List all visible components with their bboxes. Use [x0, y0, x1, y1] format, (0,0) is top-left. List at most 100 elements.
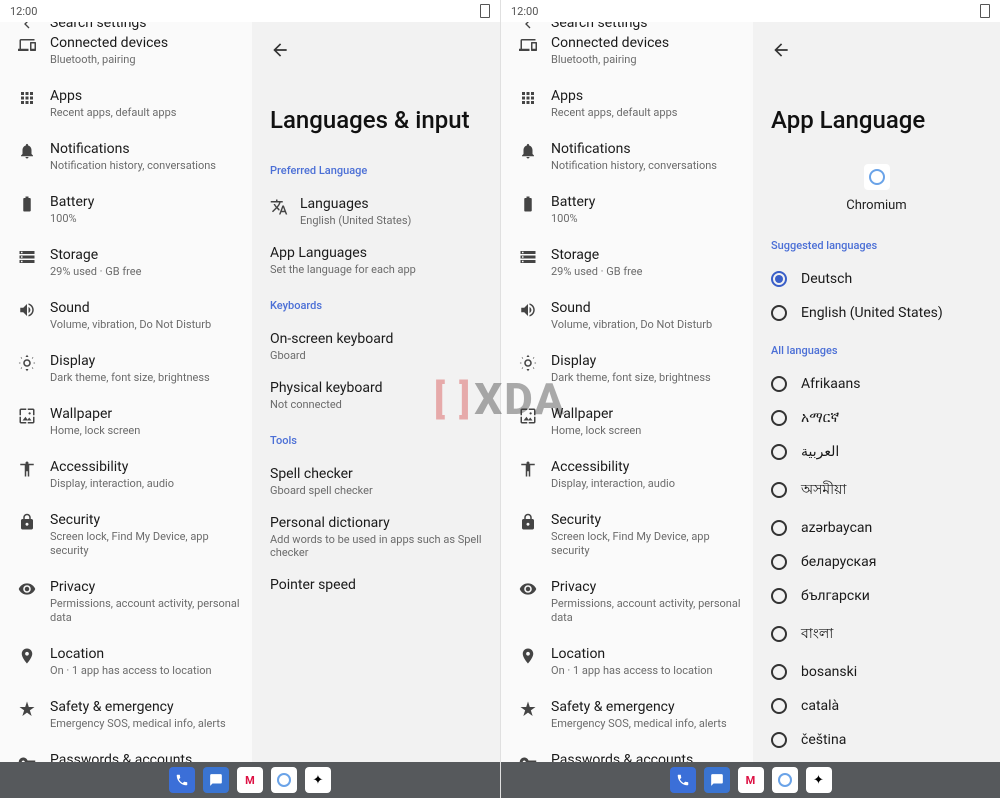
sidebar-item-location[interactable]: LocationOn · 1 app has access to locatio… [0, 635, 252, 688]
language-option[interactable]: English (United States) [771, 296, 982, 330]
language-option[interactable]: Afrikaans [771, 367, 982, 401]
sidebar-item-location[interactable]: LocationOn · 1 app has access to locatio… [501, 635, 753, 688]
photos-app-icon[interactable]: ✦ [806, 767, 832, 793]
sidebar-item-notifications[interactable]: NotificationsNotification history, conve… [501, 130, 753, 183]
pin-icon [12, 645, 42, 665]
arrow-left-icon [270, 40, 290, 60]
pin-icon [513, 645, 543, 665]
sidebar-item-storage[interactable]: Storage29% used · GB free [0, 236, 252, 289]
radio-icon [771, 664, 787, 680]
setting-physical-keyboard[interactable]: Physical keyboardNot connected [270, 371, 482, 420]
sidebar-item-subtitle: Display, interaction, audio [50, 477, 240, 491]
sidebar-item-label: Security [551, 511, 741, 529]
language-option[interactable]: azərbaycan [771, 511, 982, 545]
key-icon [513, 751, 543, 762]
sidebar-item-sound[interactable]: SoundVolume, vibration, Do Not Disturb [501, 289, 753, 342]
messages-app-icon[interactable] [704, 767, 730, 793]
sidebar-item-apps[interactable]: AppsRecent apps, default apps [501, 77, 753, 130]
language-option[interactable]: বাংলা [771, 613, 982, 655]
language-option[interactable]: Deutsch [771, 262, 982, 296]
language-option[interactable]: አማርኛ [771, 401, 982, 435]
sidebar-item-accessibility[interactable]: AccessibilityDisplay, interaction, audio [501, 448, 753, 501]
sidebar-item-security[interactable]: SecurityScreen lock, Find My Device, app… [501, 501, 753, 568]
sidebar-item-connected-devices[interactable]: Connected devicesBluetooth, pairing [501, 34, 753, 77]
setting-pointer-speed[interactable]: Pointer speed [270, 568, 482, 602]
sidebar-item-security[interactable]: SecurityScreen lock, Find My Device, app… [0, 501, 252, 568]
setting-personal-dictionary[interactable]: Personal dictionaryAdd words to be used … [270, 506, 482, 568]
sidebar-item-subtitle: Emergency SOS, medical info, alerts [50, 717, 240, 731]
sidebar-item-subtitle: Permissions, account activity, personal … [551, 597, 741, 625]
photos-app-icon[interactable]: ✦ [305, 767, 331, 793]
wallpaper-icon [12, 405, 42, 425]
back-button[interactable] [270, 22, 482, 60]
settings-sidebar: Search settingsConnected devicesBluetoot… [0, 22, 252, 762]
eye-icon [513, 578, 543, 598]
sidebar-item-battery[interactable]: Battery100% [0, 183, 252, 236]
phone-app-icon[interactable] [169, 767, 195, 793]
sidebar-item-passwords-accounts[interactable]: Passwords & accountsSaved passwords, aut… [0, 741, 252, 762]
language-label: беларуская [787, 554, 876, 570]
sidebar-item-wallpaper[interactable]: WallpaperHome, lock screen [501, 395, 753, 448]
sidebar-item-subtitle: Bluetooth, pairing [551, 53, 741, 67]
sidebar-item-label: Notifications [50, 140, 240, 158]
storage-icon [513, 246, 543, 266]
sidebar-item-battery[interactable]: Battery100% [501, 183, 753, 236]
chrome-app-icon[interactable] [772, 767, 798, 793]
language-option[interactable]: català [771, 689, 982, 723]
sidebar-item-label: Connected devices [551, 34, 741, 52]
sidebar-item-privacy[interactable]: PrivacyPermissions, account activity, pe… [501, 568, 753, 635]
setting-on-screen-keyboard[interactable]: On-screen keyboardGboard [270, 322, 482, 371]
section-all-languages: All languages [771, 344, 982, 357]
sidebar-item-wallpaper[interactable]: WallpaperHome, lock screen [0, 395, 252, 448]
sidebar-item-notifications[interactable]: NotificationsNotification history, conve… [0, 130, 252, 183]
sidebar-item-subtitle: 29% used · GB free [551, 265, 741, 279]
apps-icon [12, 87, 42, 107]
gmail-app-icon[interactable]: M [237, 767, 263, 793]
language-label: অসমীয়া [787, 478, 846, 502]
sidebar-item-accessibility[interactable]: AccessibilityDisplay, interaction, audio [0, 448, 252, 501]
messages-app-icon[interactable] [203, 767, 229, 793]
setting-languages[interactable]: LanguagesEnglish (United States) [270, 187, 482, 236]
language-option[interactable]: български [771, 579, 982, 613]
sidebar-item-label: Connected devices [50, 34, 240, 52]
sidebar-item-label: Battery [551, 193, 741, 211]
sidebar-item-passwords-accounts[interactable]: Passwords & accountsSaved passwords, aut… [501, 741, 753, 762]
sidebar-item-subtitle: Home, lock screen [551, 424, 741, 438]
setting-title: On-screen keyboard [270, 331, 393, 347]
nav-bar: M ✦ [501, 762, 1000, 798]
sidebar-item-label: Passwords & accounts [551, 751, 741, 762]
sidebar-item-safety-emergency[interactable]: Safety & emergencyEmergency SOS, medical… [0, 688, 252, 741]
sidebar-item-privacy[interactable]: PrivacyPermissions, account activity, pe… [0, 568, 252, 635]
sidebar-item-storage[interactable]: Storage29% used · GB free [501, 236, 753, 289]
sidebar-item-label: Display [551, 352, 741, 370]
status-bar: 12:00 [501, 0, 1000, 22]
radio-icon [771, 376, 787, 392]
setting-title: Spell checker [270, 466, 373, 482]
sidebar-item-connected-devices[interactable]: Connected devicesBluetooth, pairing [0, 34, 252, 77]
language-option[interactable]: العربية [771, 435, 982, 469]
sidebar-item-safety-emergency[interactable]: Safety & emergencyEmergency SOS, medical… [501, 688, 753, 741]
chrome-app-icon[interactable] [271, 767, 297, 793]
sidebar-item-label: Location [551, 645, 741, 663]
sidebar-item-display[interactable]: DisplayDark theme, font size, brightness [501, 342, 753, 395]
setting-app-languages[interactable]: App LanguagesSet the language for each a… [270, 236, 482, 285]
back-button[interactable] [771, 22, 982, 60]
language-option[interactable]: অসমীয়া [771, 469, 982, 511]
sidebar-item-apps[interactable]: AppsRecent apps, default apps [0, 77, 252, 130]
language-option[interactable]: bosanski [771, 655, 982, 689]
sidebar-item-sound[interactable]: SoundVolume, vibration, Do Not Disturb [0, 289, 252, 342]
sidebar-item-label: Privacy [50, 578, 240, 596]
language-option[interactable]: čeština [771, 723, 982, 757]
battery-icon [480, 4, 490, 18]
app-header: Chromium [771, 164, 982, 213]
sidebar-item-label: Apps [551, 87, 741, 105]
setting-spell-checker[interactable]: Spell checkerGboard spell checker [270, 457, 482, 506]
sidebar-item-display[interactable]: DisplayDark theme, font size, brightness [0, 342, 252, 395]
setting-title: App Languages [270, 245, 416, 261]
radio-icon [771, 554, 787, 570]
gmail-app-icon[interactable]: M [738, 767, 764, 793]
language-option[interactable]: беларуская [771, 545, 982, 579]
arrow-left-icon [771, 40, 791, 60]
phone-app-icon[interactable] [670, 767, 696, 793]
detail-panel-app-language: App Language Chromium Suggested language… [753, 22, 1000, 762]
